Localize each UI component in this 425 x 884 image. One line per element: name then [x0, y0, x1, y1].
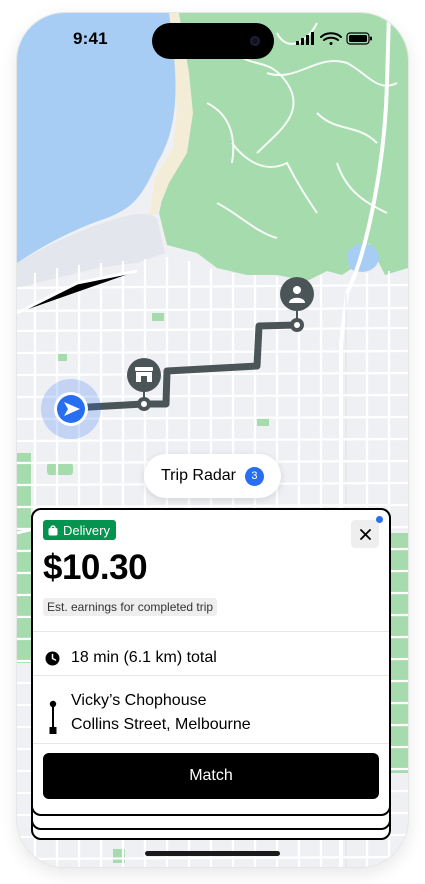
park-area [152, 313, 164, 321]
match-button[interactable]: Match [43, 753, 379, 799]
trip-radar-count-badge: 3 [244, 466, 264, 486]
close-icon [359, 528, 371, 540]
park-area [47, 463, 73, 475]
status-time: 9:41 [73, 29, 108, 48]
wifi-icon [320, 32, 342, 45]
fare-amount: $10.30 [43, 548, 148, 587]
close-button[interactable] [351, 520, 379, 548]
cellular-signal-icon [296, 32, 314, 45]
trip-radar-label: Trip Radar [161, 467, 236, 484]
delivery-badge: Delivery [43, 520, 116, 540]
status-bar: 9:41 [17, 13, 408, 69]
dropoff-location: Collins Street, Melbourne [71, 716, 251, 733]
divider [33, 631, 389, 632]
notification-dot [376, 516, 383, 523]
delivery-badge-label: Delivery [63, 522, 110, 538]
clock-icon [45, 651, 60, 665]
battery-icon [346, 32, 372, 45]
route-timeline-icon [49, 700, 57, 734]
park-area [57, 353, 67, 361]
park-area [257, 418, 269, 426]
camera-icon [250, 36, 260, 46]
park-area [389, 533, 408, 773]
offer-card: Delivery $10.30 Est. earnings for comple… [31, 508, 391, 816]
status-icons [296, 32, 372, 45]
trip-duration: 18 min (6.1 km) total [71, 649, 217, 666]
divider [33, 743, 389, 744]
home-indicator[interactable] [145, 851, 280, 856]
phone-screen: 9:41 Trip Radar 3 Delivery $10.30 Est. e… [17, 13, 408, 867]
dynamic-island [152, 23, 274, 59]
divider [33, 675, 389, 676]
trip-radar-button[interactable]: Trip Radar 3 [144, 454, 281, 498]
route-details: Vicky’s Chophouse Collins Street, Melbou… [45, 688, 365, 744]
bag-icon [48, 524, 58, 535]
duration-row: 18 min (6.1 km) total [45, 646, 217, 670]
pickup-location: Vicky’s Chophouse [71, 692, 207, 709]
earnings-note: Est. earnings for completed trip [43, 598, 218, 616]
